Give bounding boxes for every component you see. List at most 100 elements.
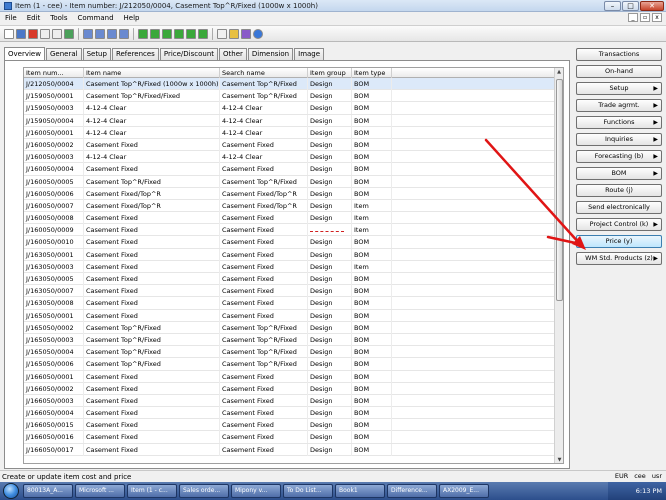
- cell-item-type[interactable]: BOM: [352, 394, 392, 407]
- tab-image[interactable]: Image: [294, 48, 325, 60]
- cell-item-number[interactable]: J/163050/0001: [24, 248, 84, 261]
- menu-command[interactable]: Command: [73, 14, 119, 22]
- close-button[interactable]: ✕: [640, 1, 664, 11]
- filter-by-selection-icon[interactable]: [83, 28, 93, 39]
- tab-overview[interactable]: Overview: [4, 47, 45, 60]
- cell-item-name[interactable]: Casement Fixed: [84, 236, 220, 249]
- cell-item-type[interactable]: BOM: [352, 114, 392, 127]
- column-header-item-name[interactable]: Item name: [84, 68, 220, 78]
- cell-search-name[interactable]: Casement Fixed: [220, 431, 308, 444]
- table-row[interactable]: J/160050/0003 4-12-4 Clear 4-12-4 Clear Des…: [24, 151, 563, 164]
- cell-search-name[interactable]: Casement Fixed: [220, 236, 308, 249]
- taskbar-item[interactable]: 80013A_A...: [23, 484, 73, 498]
- cell-search-name[interactable]: Casement Fixed: [220, 248, 308, 261]
- cell-item-type[interactable]: BOM: [352, 236, 392, 249]
- table-row[interactable]: J/166050/0002 Casement Fixed Casement Fixe…: [24, 382, 563, 395]
- cell-item-number[interactable]: J/160050/0010: [24, 236, 84, 249]
- cell-search-name[interactable]: Casement Fixed: [220, 382, 308, 395]
- table-row[interactable]: J/163050/0005 Casement Fixed Casement Fixe…: [24, 273, 563, 286]
- cell-search-name[interactable]: Casement Fixed: [220, 394, 308, 407]
- scroll-down-icon[interactable]: ▼: [555, 456, 563, 463]
- cell-item-name[interactable]: Casement Fixed: [84, 285, 220, 298]
- side-button-trade-agrmt[interactable]: Trade agrmt. ▶: [576, 99, 662, 112]
- tab-general[interactable]: General: [45, 48, 82, 60]
- cell-item-name[interactable]: Casement Fixed: [84, 443, 220, 456]
- cell-item-group[interactable]: Design: [308, 370, 352, 383]
- cell-item-number[interactable]: J/160050/0006: [24, 187, 84, 200]
- cell-item-name[interactable]: Casement Top^R/Fixed (1000w x 1000h): [84, 78, 220, 90]
- cell-item-name[interactable]: 4-12-4 Clear: [84, 102, 220, 115]
- side-button-inquiries[interactable]: Inquiries ▶: [576, 133, 662, 146]
- delete-icon[interactable]: [28, 28, 38, 39]
- cell-item-group[interactable]: Design: [308, 443, 352, 456]
- cell-item-group[interactable]: Design: [308, 285, 352, 298]
- cell-item-group[interactable]: Design: [308, 126, 352, 139]
- tab-price-discount[interactable]: Price/Discount: [159, 48, 219, 60]
- cell-item-number[interactable]: J/160050/0005: [24, 175, 84, 188]
- cell-item-number[interactable]: J/166050/0001: [24, 370, 84, 383]
- cell-item-group[interactable]: Design: [308, 248, 352, 261]
- cell-item-type[interactable]: BOM: [352, 309, 392, 322]
- first-record-icon[interactable]: [138, 28, 148, 39]
- cell-search-name[interactable]: 4-12-4 Clear: [220, 114, 308, 127]
- cell-search-name[interactable]: Casement Fixed: [220, 224, 308, 237]
- cell-item-group[interactable]: Design: [308, 187, 352, 200]
- cell-item-name[interactable]: Casement Top^R/Fixed: [84, 346, 220, 359]
- cell-item-type[interactable]: BOM: [352, 163, 392, 176]
- cell-item-number[interactable]: J/165050/0006: [24, 358, 84, 371]
- cell-item-number[interactable]: J/165050/0003: [24, 333, 84, 346]
- table-row[interactable]: J/160050/0009 Casement Fixed Casement Fixe…: [24, 224, 563, 237]
- cell-item-type[interactable]: BOM: [352, 431, 392, 444]
- cell-item-number[interactable]: J/163050/0003: [24, 260, 84, 273]
- menu-edit[interactable]: Edit: [22, 14, 46, 22]
- cell-item-type[interactable]: BOM: [352, 285, 392, 298]
- cell-item-number[interactable]: J/165050/0001: [24, 309, 84, 322]
- table-row[interactable]: J/165050/0001 Casement Fixed Casement Fixe…: [24, 309, 563, 322]
- cell-item-group[interactable]: Design: [308, 151, 352, 164]
- table-row[interactable]: J/160050/0010 Casement Fixed Casement Fixe…: [24, 236, 563, 249]
- side-button-transactions[interactable]: Transactions: [576, 48, 662, 61]
- cell-item-number[interactable]: J/160050/0009: [24, 224, 84, 237]
- cell-item-name[interactable]: Casement Fixed: [84, 297, 220, 310]
- cell-item-type[interactable]: Item: [352, 212, 392, 225]
- cell-item-type[interactable]: BOM: [352, 443, 392, 456]
- next-record-icon[interactable]: [174, 28, 184, 39]
- cell-item-type[interactable]: BOM: [352, 78, 392, 90]
- cell-search-name[interactable]: Casement Fixed: [220, 138, 308, 151]
- cell-item-number[interactable]: J/166050/0003: [24, 394, 84, 407]
- alert-icon[interactable]: [229, 28, 239, 39]
- cell-item-type[interactable]: BOM: [352, 102, 392, 115]
- mdi-close-button[interactable]: x: [652, 13, 662, 22]
- side-button-setup[interactable]: Setup ▶: [576, 82, 662, 95]
- side-button-route-j[interactable]: Route (j): [576, 184, 662, 197]
- table-row[interactable]: J/212050/0004 Casement Top^R/Fixed (1000w…: [24, 78, 563, 91]
- cell-item-number[interactable]: J/160050/0004: [24, 163, 84, 176]
- side-button-functions[interactable]: Functions ▶: [576, 116, 662, 129]
- mdi-minimize-button[interactable]: _: [628, 13, 638, 22]
- cell-item-type[interactable]: BOM: [352, 126, 392, 139]
- cell-search-name[interactable]: Casement Top^R/Fixed: [220, 175, 308, 188]
- column-header-item-group[interactable]: Item group: [308, 68, 352, 78]
- cell-item-group[interactable]: Design: [308, 102, 352, 115]
- table-row[interactable]: J/163050/0001 Casement Fixed Casement Fixe…: [24, 248, 563, 261]
- table-row[interactable]: J/166050/0003 Casement Fixed Casement Fixe…: [24, 394, 563, 408]
- cell-item-group[interactable]: Design: [308, 138, 352, 151]
- cell-item-name[interactable]: Casement Fixed: [84, 382, 220, 395]
- table-row[interactable]: J/163050/0007 Casement Fixed Casement Fixe…: [24, 285, 563, 298]
- cell-item-type[interactable]: BOM: [352, 321, 392, 334]
- cell-item-name[interactable]: Casement Fixed: [84, 138, 220, 151]
- cell-item-number[interactable]: J/163050/0005: [24, 273, 84, 285]
- help-icon[interactable]: [253, 28, 263, 39]
- cell-item-name[interactable]: 4-12-4 Clear: [84, 151, 220, 164]
- cell-item-group[interactable]: Design: [308, 199, 352, 212]
- cell-search-name[interactable]: Casement Top^R/Fixed: [220, 358, 308, 371]
- table-row[interactable]: J/159050/0003 4-12-4 Clear 4-12-4 Clear Des…: [24, 102, 563, 115]
- cell-item-type[interactable]: BOM: [352, 382, 392, 395]
- column-header-search-name[interactable]: Search name: [220, 68, 308, 78]
- cell-item-name[interactable]: Casement Fixed: [84, 407, 220, 420]
- cell-item-type[interactable]: Item: [352, 199, 392, 212]
- cell-search-name[interactable]: Casement Top^R/Fixed: [220, 321, 308, 334]
- cell-item-group[interactable]: Design: [308, 431, 352, 444]
- maximize-button[interactable]: □: [622, 1, 639, 11]
- cell-item-type[interactable]: BOM: [352, 273, 392, 285]
